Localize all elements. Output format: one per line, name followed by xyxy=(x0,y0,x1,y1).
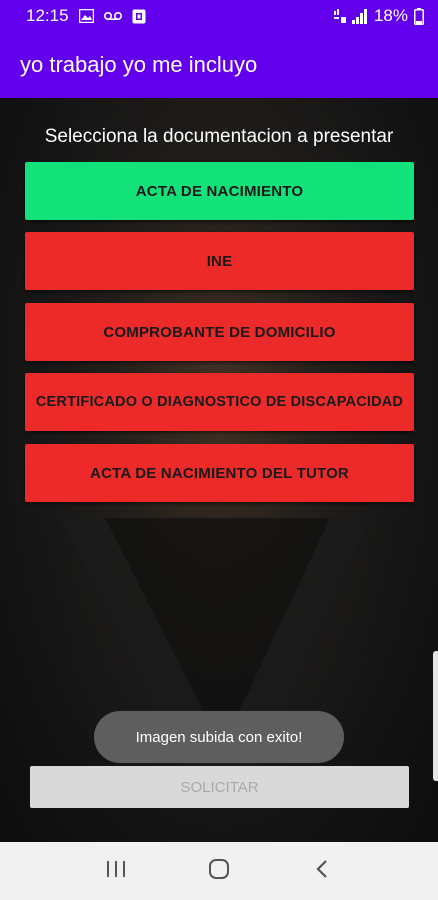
home-button[interactable] xyxy=(199,851,239,891)
document-button-comprobante-domicilio[interactable]: COMPROBANTE DE DOMICILIO xyxy=(25,303,414,361)
document-button-acta-nacimiento[interactable]: ACTA DE NACIMIENTO xyxy=(25,162,414,220)
navigation-bar xyxy=(0,842,438,900)
wifi-calling-icon xyxy=(333,9,346,23)
status-left: 12:15 xyxy=(26,6,146,26)
page-heading: Selecciona la documentacion a presentar xyxy=(44,126,394,147)
recent-apps-button[interactable] xyxy=(96,851,136,891)
battery-icon xyxy=(414,7,424,25)
solicitar-button[interactable]: SOLICITAR xyxy=(30,766,409,808)
document-button-certificado-discapacidad[interactable]: CERTIFICADO O DIAGNOSTICO DE DISCAPACIDA… xyxy=(25,373,414,431)
app-title: yo trabajo yo me incluyo xyxy=(20,52,258,77)
app-notification-icon xyxy=(132,9,146,24)
back-button[interactable] xyxy=(302,851,342,891)
battery-percent: 18% xyxy=(373,6,408,25)
voicemail-icon xyxy=(103,11,122,21)
document-button-acta-nacimiento-tutor[interactable]: ACTA DE NACIMIENTO DEL TUTOR xyxy=(25,444,414,502)
gallery-icon xyxy=(78,9,94,23)
recent-apps-icon xyxy=(106,860,126,883)
signal-icon xyxy=(351,8,368,24)
toast-message: Imagen subida con exito! xyxy=(94,711,344,763)
document-button-ine[interactable]: INE xyxy=(25,232,414,290)
status-bar: 12:15 18% xyxy=(0,0,438,32)
back-icon xyxy=(315,859,329,884)
status-right: 18% xyxy=(333,6,424,26)
app-bar: yo trabajo yo me incluyo xyxy=(0,32,438,98)
status-time: 12:15 xyxy=(26,6,69,25)
main-content: Selecciona la documentacion a presentar … xyxy=(0,98,438,842)
home-icon xyxy=(208,858,230,885)
scroll-edge-handle[interactable] xyxy=(433,651,438,781)
